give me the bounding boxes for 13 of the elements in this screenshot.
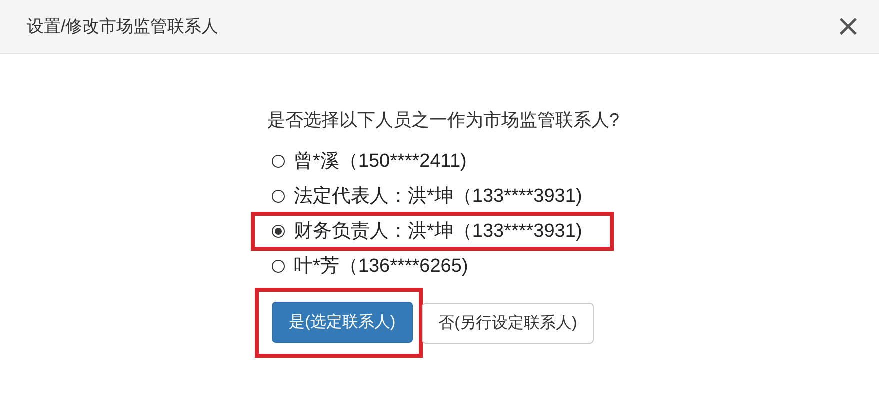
radio-button[interactable]	[272, 225, 285, 238]
option-label: 曾*溪（150****2411)	[294, 150, 467, 174]
dialog-title: 设置/修改市场监管联系人	[27, 16, 219, 38]
option-label: 叶*芳（136****6265)	[294, 255, 468, 279]
option-label: 法定代表人：洪*坤（133****3931)	[294, 185, 582, 209]
radio-button[interactable]	[272, 155, 285, 168]
option-label: 财务负责人：洪*坤（133****3931)	[294, 220, 582, 244]
radio-button[interactable]	[272, 260, 285, 273]
close-button[interactable]: ×	[836, 12, 861, 42]
alternate-button[interactable]: 否(另行设定联系人)	[422, 302, 594, 344]
radio-button[interactable]	[272, 190, 285, 203]
question-text: 是否选择以下人员之一作为市场监管联系人?	[267, 109, 620, 132]
confirm-button[interactable]: 是(选定联系人)	[272, 302, 413, 343]
